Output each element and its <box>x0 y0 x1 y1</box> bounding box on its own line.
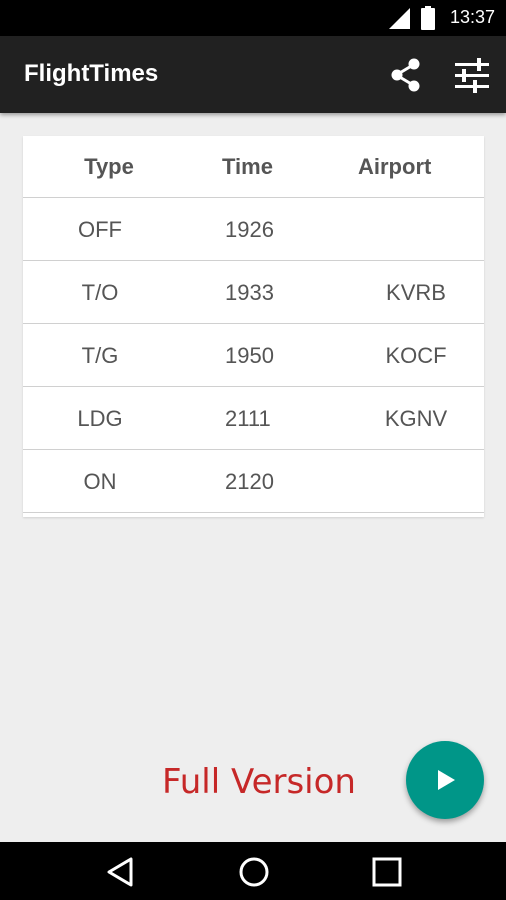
table-row[interactable]: T/O 1933 KVRB <box>23 261 484 324</box>
row-time: 2111 <box>225 406 271 431</box>
header-airport: Airport <box>358 154 432 179</box>
flight-times-table: Type Time Airport OFF 1926 T/O 1933 KVRB… <box>23 136 484 517</box>
row-type: LDG <box>77 406 123 431</box>
row-time: 1950 <box>225 343 274 368</box>
header-type: Type <box>84 154 134 179</box>
row-airport: KVRB <box>386 280 446 305</box>
app-title: FlightTimes <box>24 60 159 87</box>
full-version-link[interactable]: Full Version <box>162 762 356 802</box>
row-time: 1926 <box>225 217 274 242</box>
app-bar: FlightTimes <box>0 36 506 113</box>
table-header-row: Type Time Airport <box>23 136 484 198</box>
row-type: ON <box>83 469 117 494</box>
back-icon[interactable] <box>104 855 138 889</box>
share-icon[interactable] <box>386 55 426 95</box>
recents-icon[interactable] <box>370 855 404 889</box>
status-time: 13:37 <box>449 7 495 27</box>
row-type: T/O <box>81 280 119 305</box>
row-type: OFF <box>78 217 122 242</box>
play-icon <box>438 770 455 790</box>
table-row[interactable]: T/G 1950 KOCF <box>23 324 484 387</box>
play-button[interactable] <box>406 741 484 819</box>
status-bar: 13:37 <box>0 0 506 36</box>
table-row[interactable]: ON 2120 <box>23 450 484 513</box>
table-row[interactable]: LDG 2111 KGNV <box>23 387 484 450</box>
row-time: 1933 <box>225 280 274 305</box>
signal-icon <box>389 8 410 29</box>
row-airport: KGNV <box>384 406 448 431</box>
header-time: Time <box>222 154 273 179</box>
row-time: 2120 <box>225 469 274 494</box>
tune-icon[interactable] <box>452 55 492 95</box>
battery-icon <box>421 6 435 30</box>
row-type: T/G <box>81 343 119 368</box>
home-icon[interactable] <box>237 855 271 889</box>
table-row[interactable]: OFF 1926 <box>23 198 484 261</box>
row-airport: KOCF <box>385 343 447 368</box>
navigation-bar <box>0 842 506 900</box>
